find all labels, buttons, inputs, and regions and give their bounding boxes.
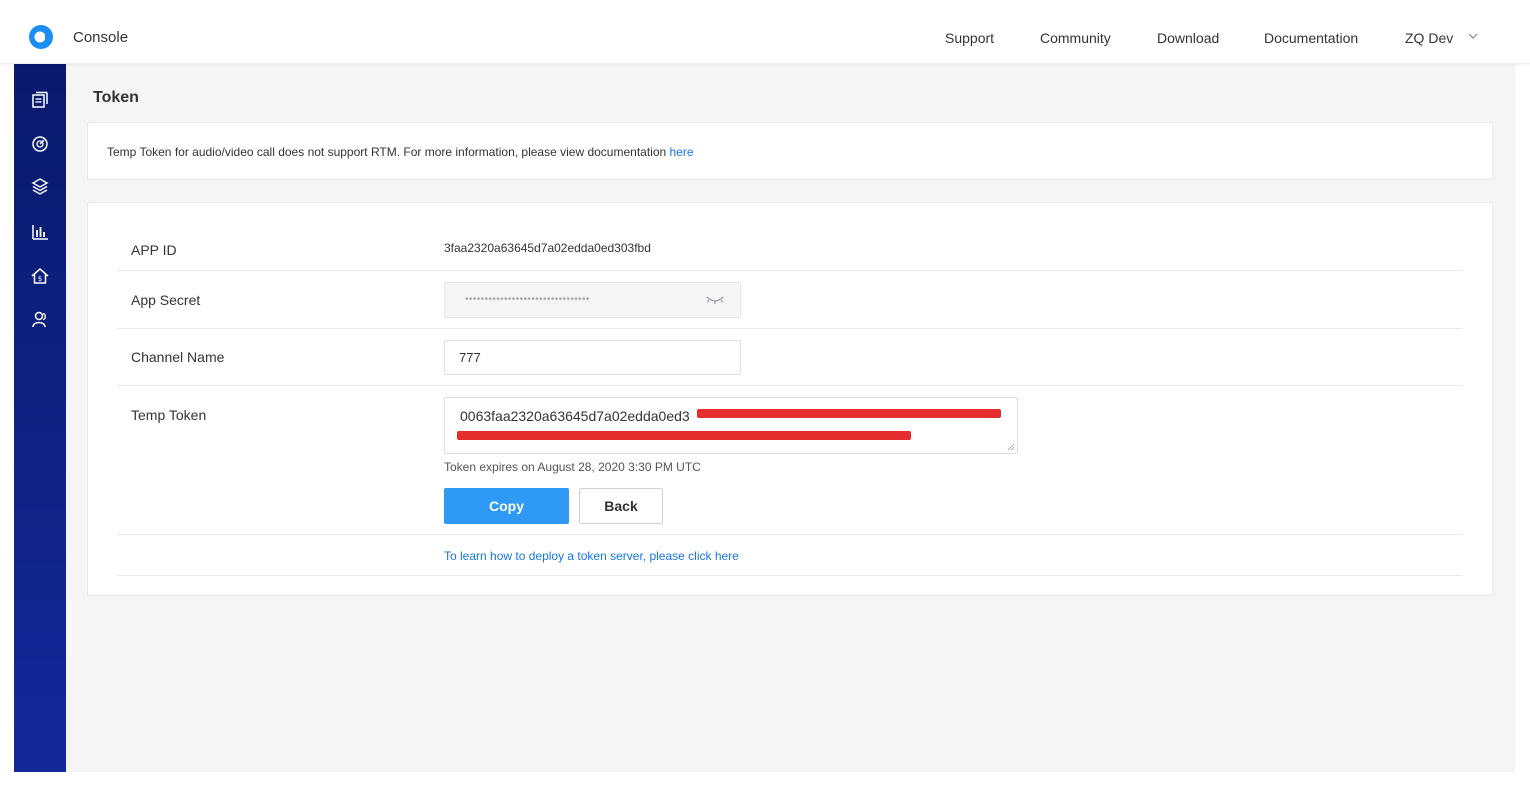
copy-button[interactable]: Copy (444, 488, 569, 524)
app-secret-label: App Secret (131, 292, 201, 308)
back-button[interactable]: Back (579, 488, 663, 524)
nav-support[interactable]: Support (945, 30, 994, 46)
channel-name-label: Channel Name (131, 349, 225, 365)
nav-community[interactable]: Community (1040, 30, 1111, 46)
resize-grip-icon[interactable] (1007, 443, 1015, 451)
temp-token-label: Temp Token (131, 407, 207, 423)
eye-closed-icon[interactable] (705, 293, 725, 307)
notice-message: Temp Token for audio/video call does not… (107, 145, 670, 159)
user-menu[interactable]: ZQ Dev (1405, 30, 1453, 46)
row-divider (117, 575, 1463, 576)
token-card: APP ID 3faa2320a63645d7a02edda0ed303fbd … (87, 202, 1493, 596)
layers-icon[interactable] (30, 176, 50, 196)
notice-docs-link[interactable]: here (670, 145, 694, 159)
usage-bar-chart-icon[interactable] (30, 222, 50, 242)
token-redaction-mark (457, 431, 911, 440)
chevron-down-icon[interactable] (1466, 30, 1480, 42)
page-title: Token (93, 89, 139, 106)
bottom-edge (14, 772, 1515, 790)
agora-logo-icon[interactable] (28, 24, 54, 50)
top-bar: Console Support Community Download Docum… (0, 0, 1530, 64)
project-list-icon[interactable] (30, 90, 50, 110)
app-secret-field[interactable]: •••••••••••••••••••••••••••••••• (444, 282, 741, 318)
svg-text:$: $ (38, 275, 42, 283)
temp-token-textarea[interactable]: 0063faa2320a63645d7a02edda0ed3 (444, 397, 1018, 454)
row-divider (117, 328, 1463, 329)
rtm-notice: Temp Token for audio/video call does not… (87, 122, 1493, 180)
notice-text: Temp Token for audio/video call does not… (107, 145, 694, 159)
brand-name[interactable]: Console (73, 29, 128, 46)
members-icon[interactable] (30, 310, 50, 330)
sidebar: $ (14, 64, 66, 772)
row-divider (117, 534, 1463, 535)
app-id-value: 3faa2320a63645d7a02edda0ed303fbd (444, 241, 651, 255)
deploy-token-server-link[interactable]: To learn how to deploy a token server, p… (444, 549, 739, 563)
token-redaction-mark (697, 409, 1001, 418)
nav-download[interactable]: Download (1157, 30, 1219, 46)
console-app: Console Support Community Download Docum… (0, 0, 1530, 790)
row-divider (117, 270, 1463, 271)
dashboard-gauge-icon[interactable] (30, 134, 50, 154)
nav-documentation[interactable]: Documentation (1264, 30, 1358, 46)
app-secret-masked: •••••••••••••••••••••••••••••••• (465, 294, 590, 305)
channel-name-input[interactable] (444, 340, 741, 375)
main-content: Token Temp Token for audio/video call do… (66, 64, 1515, 772)
billing-home-icon[interactable]: $ (30, 266, 50, 286)
app-id-label: APP ID (131, 242, 177, 258)
row-divider (117, 385, 1463, 386)
token-expiry-text: Token expires on August 28, 2020 3:30 PM… (444, 460, 701, 474)
